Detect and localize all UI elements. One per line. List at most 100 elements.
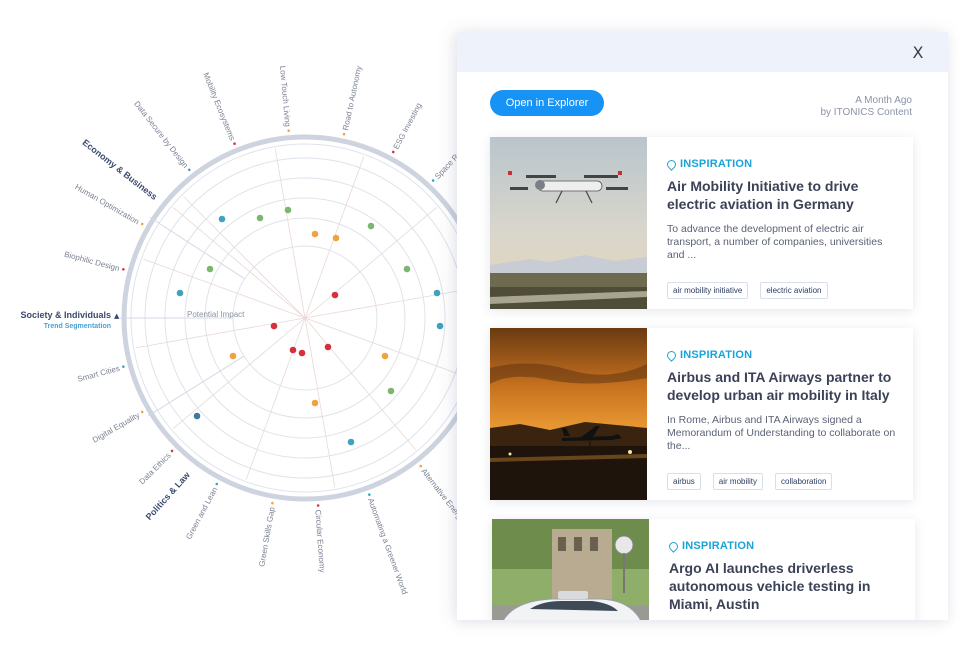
location-pin-icon: [665, 157, 678, 171]
card-type: INSPIRATION: [665, 348, 897, 362]
trend-point[interactable]: [403, 265, 411, 273]
trend-label-text[interactable]: Low Touch Living: [278, 65, 292, 127]
trend-label-text[interactable]: Smart Cities: [76, 364, 120, 384]
trend-point[interactable]: [298, 349, 306, 357]
card-title[interactable]: Argo AI launches driverless autonomous v…: [669, 559, 899, 613]
card-tags: airbus air mobility collaboration: [667, 473, 833, 490]
open-in-explorer-button[interactable]: Open in Explorer: [490, 90, 604, 116]
trend-label-text[interactable]: Human Optimization: [73, 182, 140, 226]
content-card[interactable]: INSPIRATION Argo AI launches driverless …: [492, 519, 915, 620]
trend-label[interactable]: Green and Lean: [184, 481, 222, 541]
segment-divider: [149, 216, 245, 280]
trend-label-text[interactable]: Digital Equality: [91, 411, 141, 445]
trend-marker: [122, 365, 125, 368]
card-body: INSPIRATION Argo AI launches driverless …: [667, 539, 899, 613]
trend-label[interactable]: Human Optimization: [73, 182, 145, 229]
trend-label[interactable]: Low Touch Living: [278, 65, 293, 132]
trend-point[interactable]: [311, 230, 319, 238]
radar-spoke: [172, 207, 306, 319]
trend-label-text[interactable]: Road to Autonomy: [341, 65, 363, 131]
trend-point[interactable]: [270, 322, 278, 330]
tag[interactable]: electric aviation: [760, 282, 828, 299]
tag[interactable]: air mobility initiative: [667, 282, 749, 299]
trend-point[interactable]: [436, 322, 444, 330]
trend-marker: [215, 482, 219, 486]
close-button[interactable]: X: [908, 43, 928, 63]
trend-marker: [431, 179, 435, 182]
trend-label-text[interactable]: Circular Economy: [313, 509, 326, 573]
caret-up-icon: ▲: [114, 312, 120, 320]
card-tags: air mobility initiative electric aviatio…: [667, 282, 828, 299]
tag[interactable]: air mobility: [712, 473, 764, 490]
trend-point[interactable]: [176, 289, 184, 297]
trend-marker: [170, 449, 174, 453]
trend-label[interactable]: Green Skills Gap: [257, 501, 277, 568]
tag[interactable]: collaboration: [775, 473, 833, 490]
trend-label[interactable]: Data Secure by Design: [132, 99, 193, 174]
trend-point[interactable]: [433, 289, 441, 297]
trend-label-text[interactable]: Green and Lean: [184, 486, 219, 541]
segment-society[interactable]: Society & Individuals ▲ Trend Segmentati…: [20, 310, 120, 330]
axis-label: Potential Impact: [187, 310, 245, 319]
trend-label-text[interactable]: Data Secure by Design: [132, 99, 190, 169]
trend-label-text[interactable]: ESG Investing: [392, 101, 424, 150]
trend-label[interactable]: Data Ethics: [137, 447, 176, 486]
trend-point[interactable]: [331, 291, 339, 299]
trend-marker: [140, 410, 144, 414]
location-pin-icon: [665, 348, 678, 362]
trend-marker: [419, 464, 423, 468]
card-title[interactable]: Air Mobility Initiative to drive electri…: [667, 177, 897, 213]
trend-point[interactable]: [289, 346, 297, 354]
trend-point[interactable]: [347, 438, 355, 446]
trend-point[interactable]: [332, 234, 340, 242]
trend-label[interactable]: Road to Autonomy: [340, 65, 364, 136]
trend-label[interactable]: Digital Equality: [91, 408, 146, 445]
trend-label-text[interactable]: Automating a Greener World: [366, 497, 409, 596]
radar-spoke: [304, 317, 336, 488]
trend-marker: [391, 150, 395, 154]
trend-point[interactable]: [193, 412, 201, 420]
card-body: INSPIRATION Airbus and ITA Airways partn…: [665, 348, 897, 453]
meta-author: by ITONICS Content: [820, 107, 912, 118]
trend-label-text[interactable]: Green Skills Gap: [257, 506, 276, 568]
segment-label-society[interactable]: Society & Individuals: [20, 310, 111, 320]
trend-points: [176, 206, 444, 446]
trend-marker: [342, 132, 346, 136]
trend-point[interactable]: [381, 352, 389, 360]
trend-marker: [368, 493, 371, 496]
trend-label[interactable]: ESG Investing: [389, 101, 424, 155]
panel-header: X: [457, 32, 948, 72]
trend-point[interactable]: [367, 222, 375, 230]
trend-label-text[interactable]: Biophilic Design: [63, 250, 120, 273]
trend-label[interactable]: Automating a Greener World: [364, 492, 409, 596]
trend-point[interactable]: [256, 214, 264, 222]
trend-label[interactable]: Mobility Ecosystems: [201, 71, 238, 146]
trend-point[interactable]: [311, 399, 319, 407]
trend-point[interactable]: [324, 343, 332, 351]
location-pin-icon: [667, 539, 680, 553]
segment-divider: [147, 355, 245, 417]
trend-label[interactable]: Biophilic Design: [63, 250, 125, 275]
trend-point[interactable]: [229, 352, 237, 360]
card-type: INSPIRATION: [665, 157, 897, 171]
segment-sublabel: Trend Segmentation: [44, 323, 111, 330]
trend-marker: [122, 268, 125, 271]
trend-label[interactable]: Circular Economy: [313, 504, 327, 573]
meta-time: A Month Ago: [855, 95, 912, 106]
card-image-autonomous-car: [492, 519, 649, 620]
tag[interactable]: airbus: [667, 473, 701, 490]
trend-marker: [316, 504, 320, 507]
card-title[interactable]: Airbus and ITA Airways partner to develo…: [667, 368, 897, 404]
trend-label[interactable]: Smart Cities: [76, 362, 126, 384]
content-meta: A Month Ago by ITONICS Content: [820, 95, 912, 119]
trend-point[interactable]: [387, 387, 395, 395]
trend-label-text[interactable]: Data Ethics: [137, 451, 172, 486]
radar-spoke: [304, 287, 475, 319]
trend-label-text[interactable]: Mobility Ecosystems: [201, 71, 236, 142]
trend-point[interactable]: [218, 215, 226, 223]
trend-point[interactable]: [206, 265, 214, 273]
content-card[interactable]: INSPIRATION Air Mobility Initiative to d…: [490, 137, 913, 309]
detail-panel: X Open in Explorer A Month Ago by ITONIC…: [457, 32, 948, 620]
trend-point[interactable]: [284, 206, 292, 214]
content-card[interactable]: INSPIRATION Airbus and ITA Airways partn…: [490, 328, 913, 500]
